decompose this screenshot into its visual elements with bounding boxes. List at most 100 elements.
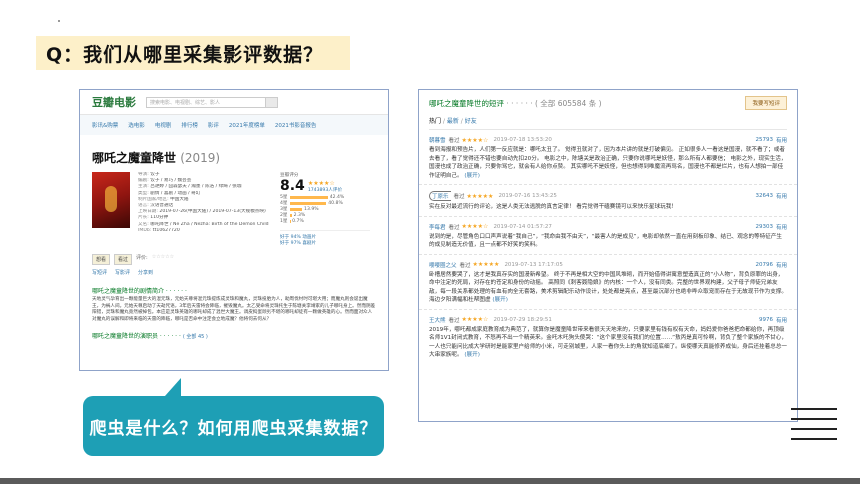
distribution-bar [289,219,291,223]
review-seen: 看过 [448,224,460,231]
useful-button[interactable]: 有用 [776,261,787,269]
review-body: 看到海报和预告片，人们第一反应就是：哪吒太丑了。 觉得丑就对了，因为本片讲的就是… [429,147,787,179]
expand-link[interactable]: (展开) [464,352,480,358]
bottom-bar [0,478,860,484]
expand-link[interactable]: (展开) [492,297,508,303]
review-stars: ★★★★★ [472,261,500,268]
review-user[interactable]: 嘤嘤圈之父 [429,261,457,269]
review-user[interactable]: 王大熊 [429,316,446,324]
callout-text: 爬虫是什么？如何用爬虫采集数据？ [89,418,378,439]
review-user[interactable]: 丁原乐 [429,191,451,201]
info-value: 剧情 / 喜剧 / 动画 / 奇幻 [150,190,201,196]
review-item: 嘤嘤圈之父 看过 ★★★★★ 2019-07-13 17:17:05 20796… [419,255,797,310]
better-than[interactable]: 好于 97% 喜剧片 [280,240,370,246]
rating-score: 8.4 [280,178,305,194]
review-text: 看到海报和预告片，人们第一反应就是：哪吒太丑了。 觉得丑就对了，因为本片讲的就是… [429,146,787,180]
review-votes: 25793 [755,137,773,143]
tab-friends[interactable]: 好友 [465,118,477,125]
review-meta: 丁原乐 看过 ★★★★★ 2019-07-16 13:43:25 32643 有… [429,191,787,201]
review-body: 说到的是，尽管角色口口声声说着“我自己”，“我命由我不由天”，“最害人的是成见”… [429,233,783,249]
nav-item[interactable]: 影讯&购票 [92,121,118,129]
review-meta: 王大熊 看过 ★★★★☆ 2019-07-29 18:29:51 9976 有用 [429,316,787,324]
review-seen: 看过 [459,262,471,269]
review-body: 卧槽居然要哭了，这才是我真存实的国漫新希望。 终于不再是相大空的中国风堆砌，而开… [429,271,788,304]
distribution-pct: 2.3% [293,212,306,218]
rate-label: 评价: [136,255,148,261]
synopsis-heading: 哪吒之魔童降世的剧情简介 · · · · · · [92,288,187,295]
reviews-title-text: 哪吒之魔童降世的短评 [429,98,504,108]
info-label: 上映日期: [138,209,158,215]
review-meta: 朝暮雪 看过 ★★★★☆ 2019-07-18 13:53:20 25793 有… [429,136,787,145]
review-stars: ★★★★☆ [461,136,489,144]
review-user[interactable]: 朝暮雪 [429,136,446,144]
review-stars: ★★★★☆ [461,316,489,323]
useful-button[interactable]: 有用 [776,316,787,324]
expand-link[interactable]: (展开) [464,173,480,179]
want-button[interactable]: 想看 [92,254,111,265]
nav-item[interactable]: 2021年度榜单 [229,121,265,129]
douban-header: 豆瓣电影 搜索电影、电视剧、综艺、影人 [80,90,388,115]
distribution-bar [289,201,327,205]
rating-stars: ★★★★☆ [307,179,335,187]
movie-poster[interactable] [92,172,130,228]
nav-item[interactable]: 影评 [208,121,219,129]
reviews-count[interactable]: · · · · · · ( 全部 605584 条 ) [506,99,601,108]
share-link[interactable]: 分享到 [138,269,153,276]
review-seen: 看过 [448,138,460,144]
info-value: 110分钟 [150,215,169,221]
info-value[interactable]: 吕艳婷 / 囧森瑟夫 / 瀚墨 / 陈浩 / 绿绮 / 张珈 [150,184,241,189]
write-review-button[interactable]: 我要写短评 [745,96,787,110]
distribution-pct: 40.8% [328,200,343,206]
tab-latest[interactable]: 最新 [447,118,459,125]
douban-search-input[interactable]: 搜索电影、电视剧、综艺、影人 [146,96,266,108]
useful-button[interactable]: 有用 [776,136,787,144]
distribution-pct: 13.9% [304,206,319,212]
reviews-title: 哪吒之魔童降世的短评 · · · · · · ( 全部 605584 条 ) [429,98,602,109]
movie-body: 导演: 饺子 编剧: 饺子 / 易巧 / 魏芸芸 主演: 吕艳婷 / 囧森瑟夫 … [80,172,388,246]
nav-item[interactable]: 排行榜 [181,121,198,129]
nav-item[interactable]: 电视剧 [155,121,172,129]
review-user[interactable]: 李每君 [429,223,446,231]
movie-title: 哪吒之魔童降世 (2019) [80,135,388,172]
search-icon[interactable] [266,96,278,108]
review-item: 朝暮雪 看过 ★★★★☆ 2019-07-18 13:53:20 25793 有… [419,130,797,185]
info-value[interactable]: 饺子 [150,172,159,177]
movie-year: (2019) [180,151,221,165]
useful-button[interactable]: 有用 [776,192,787,200]
review-text: 2019年，哪吒都成家庭教育成为典范了，就算你是魔童降世带来看很天天地来的，只要… [429,326,787,360]
tab-hot[interactable]: 热门 [429,118,441,125]
rate-stars[interactable]: ☆☆☆☆☆ [152,254,174,265]
useful-button[interactable]: 有用 [776,223,787,231]
distribution-pct: 0.7% [292,218,304,224]
info-label: 主演: [138,184,149,190]
info-label: 编剧: [138,178,149,184]
douban-logo: 豆瓣电影 [92,96,136,109]
write-comment-link[interactable]: 写短评 [92,269,107,276]
movie-links: 写短评 写影评 分享到 [80,265,388,280]
douban-movie-screenshot: 豆瓣电影 搜索电影、电视剧、综艺、影人 影讯&购票 选电影 电视剧 排行榜 影评… [79,89,389,371]
distribution-row: 1星 0.7% [280,218,370,225]
rating-count[interactable]: 1743893人评价 [308,187,342,193]
seen-button[interactable]: 看过 [114,254,133,265]
info-label: 类型: [138,190,149,196]
review-text: 说到的是，尽管角色口口声声说着“我自己”，“我命由我不由天”，“最害人的是成见”… [429,233,787,250]
distribution-bar [289,207,303,211]
distribution-bar [289,195,328,199]
nav-item[interactable]: 2021书影音报告 [275,121,317,129]
nav-item[interactable]: 选电影 [128,121,145,129]
review-body: 2019年，哪吒都成家庭教育成为典范了，就算你是魔童降世带来看很天天地来的，只要… [429,326,788,359]
info-value[interactable]: 饺子 / 易巧 / 魏芸芸 [150,178,191,183]
review-seen: 看过 [448,317,460,324]
info-label: 制片国家/地区: [138,196,169,202]
review-time: 2019-07-16 13:43:25 [498,193,557,199]
info-label: 又名: [138,221,149,227]
info-value[interactable]: tt10627720 [153,228,180,233]
cast-count[interactable]: ( 全部 45 ) [183,334,208,340]
review-item: 李每君 看过 ★★★★☆ 2019-07-14 01:57:27 29303 有… [419,217,797,255]
review-stars: ★★★★☆ [461,223,489,230]
review-time: 2019-07-13 17:17:05 [504,261,563,268]
review-time: 2019-07-14 01:57:27 [493,223,552,230]
review-meta: 李每君 看过 ★★★★☆ 2019-07-14 01:57:27 29303 有… [429,223,787,231]
review-votes: 32643 [755,193,773,199]
write-review-link[interactable]: 写影评 [115,269,130,276]
